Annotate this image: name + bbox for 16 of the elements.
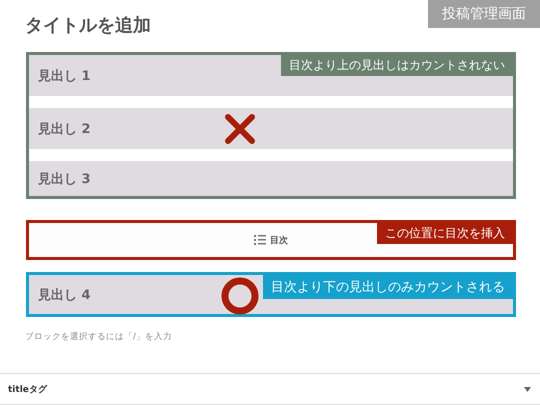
panel-label: titleタグ bbox=[8, 384, 47, 396]
heading-text: 見出し 4 bbox=[38, 286, 91, 304]
toc-label: 目次 bbox=[270, 234, 288, 246]
hint-text: ブロックを選択するには「/」を入力 bbox=[25, 331, 173, 343]
cross-icon bbox=[224, 113, 256, 145]
corner-label: 投稿管理画面 bbox=[428, 0, 540, 28]
heading-text: 見出し 2 bbox=[38, 120, 91, 138]
annotation-label: 目次より上の見出しはカウントされない bbox=[281, 55, 513, 76]
annotation-label: 目次より下の見出しのみカウントされる bbox=[263, 275, 513, 299]
title-placeholder[interactable]: タイトルを追加 bbox=[25, 14, 151, 38]
annotation-label: この位置に目次を挿入 bbox=[377, 223, 513, 244]
circle-icon bbox=[221, 277, 259, 315]
heading-text: 見出し 1 bbox=[38, 68, 91, 84]
panel-header[interactable]: titleタグ bbox=[0, 373, 540, 405]
heading-text: 見出し 3 bbox=[38, 170, 91, 188]
list-icon bbox=[254, 234, 266, 246]
